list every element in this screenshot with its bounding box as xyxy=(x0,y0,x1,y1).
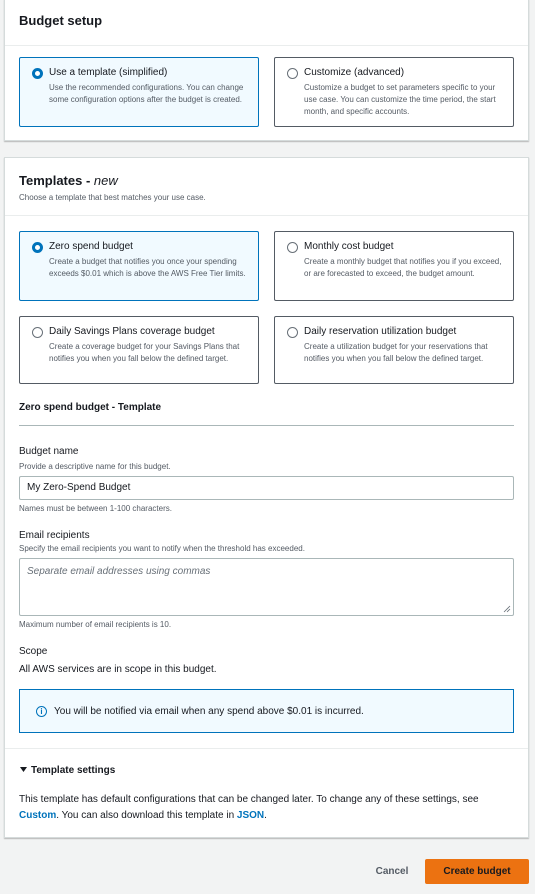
template-monthly-cost[interactable]: Monthly cost budget Create a monthly bud… xyxy=(274,231,514,301)
template-label: Daily reservation utilization budget xyxy=(304,326,457,337)
template-description: Create a monthly budget that notifies yo… xyxy=(304,257,502,278)
templates-title-text: Templates - xyxy=(19,173,94,188)
radio-icon[interactable] xyxy=(32,327,43,338)
option-use-template[interactable]: Use a template (simplified) Use the reco… xyxy=(19,57,259,127)
budget-name-input[interactable]: My Zero-Spend Budget xyxy=(19,476,514,500)
option-description: Customize a budget to set parameters spe… xyxy=(304,83,496,116)
template-description: Create a utilization budget for your res… xyxy=(304,342,488,363)
template-label: Zero spend budget xyxy=(49,241,133,252)
template-description: Create a budget that notifies you once y… xyxy=(49,257,246,278)
template-reservation-utilization[interactable]: Daily reservation utilization budget Cre… xyxy=(274,316,514,384)
option-label: Use a template (simplified) xyxy=(49,67,168,78)
email-recipients-description: Specify the email recipients you want to… xyxy=(19,544,305,553)
settings-text-2: . You can also download this template in xyxy=(56,810,237,821)
template-savings-plans-coverage[interactable]: Daily Savings Plans coverage budget Crea… xyxy=(19,316,259,384)
templates-subtitle: Choose a template that best matches your… xyxy=(19,193,206,202)
email-placeholder: Separate email addresses using commas xyxy=(27,566,211,577)
budget-name-description: Provide a descriptive name for this budg… xyxy=(19,462,171,471)
template-description: Create a coverage budget for your Saving… xyxy=(49,342,240,363)
option-customize[interactable]: Customize (advanced) Customize a budget … xyxy=(274,57,514,127)
new-badge: new xyxy=(93,173,118,188)
template-settings-text: This template has default configurations… xyxy=(19,792,519,824)
info-alert: i You will be notified via email when an… xyxy=(19,689,514,733)
scope-label: Scope xyxy=(19,646,48,657)
email-recipients-hint: Maximum number of email recipients is 10… xyxy=(19,620,172,629)
scope-value: All AWS services are in scope in this bu… xyxy=(19,664,217,675)
radio-icon[interactable] xyxy=(287,242,298,253)
budget-name-label: Budget name xyxy=(19,446,79,457)
email-recipients-label: Email recipients xyxy=(19,530,90,541)
resize-handle-icon[interactable] xyxy=(503,605,511,613)
option-label: Customize (advanced) xyxy=(304,67,405,78)
option-description: Use the recommended configurations. You … xyxy=(49,83,244,104)
email-recipients-field[interactable]: Separate email addresses using commas xyxy=(19,558,514,616)
template-settings-label: Template settings xyxy=(31,765,116,776)
template-label: Monthly cost budget xyxy=(304,241,394,252)
budget-setup-panel: Budget setup Use a template (simplified)… xyxy=(4,0,529,141)
radio-icon[interactable] xyxy=(287,68,298,79)
custom-link[interactable]: Custom xyxy=(19,810,56,821)
radio-icon[interactable] xyxy=(287,327,298,338)
template-settings-divider xyxy=(5,748,528,749)
settings-text-1: This template has default configurations… xyxy=(19,794,479,805)
template-form-heading: Zero spend budget - Template xyxy=(19,402,162,413)
budget-name-hint: Names must be between 1-100 characters. xyxy=(19,504,172,513)
info-icon: i xyxy=(36,706,47,717)
radio-selected-icon[interactable] xyxy=(32,242,43,253)
template-label: Daily Savings Plans coverage budget xyxy=(49,326,215,337)
json-link[interactable]: JSON xyxy=(237,810,264,821)
template-zero-spend[interactable]: Zero spend budget Create a budget that n… xyxy=(19,231,259,301)
budget-setup-header: Budget setup xyxy=(5,0,528,46)
settings-text-3: . xyxy=(264,810,267,821)
cancel-button[interactable]: Cancel xyxy=(362,860,422,884)
budget-setup-title: Budget setup xyxy=(19,13,103,28)
create-budget-button[interactable]: Create budget xyxy=(425,859,529,884)
radio-selected-icon[interactable] xyxy=(32,68,43,79)
templates-header: Templates - new Choose a template that b… xyxy=(5,158,528,216)
info-alert-text: You will be notified via email when any … xyxy=(54,706,364,717)
form-divider xyxy=(19,425,514,426)
caret-down-icon xyxy=(20,767,27,772)
template-settings-toggle[interactable]: Template settings xyxy=(19,765,115,776)
templates-title: Templates - new xyxy=(19,173,118,188)
